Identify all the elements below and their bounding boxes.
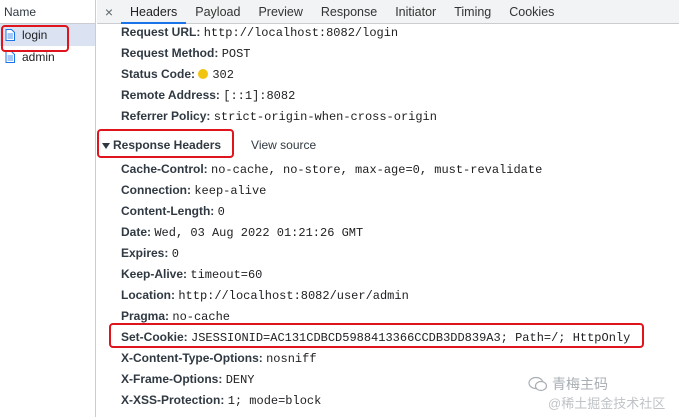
response-header-row: Expires: 0 xyxy=(121,243,179,264)
header-key: Status Code: xyxy=(121,67,196,81)
general-row: Request URL: http://localhost:8082/login xyxy=(121,22,398,43)
request-name: admin xyxy=(22,50,55,64)
general-row: Referrer Policy: strict-origin-when-cros… xyxy=(121,106,437,127)
detail-tabs: × Headers Payload Preview Response Initi… xyxy=(97,0,679,24)
header-value: 1; mode=block xyxy=(227,394,322,408)
tab-initiator[interactable]: Initiator xyxy=(386,0,445,23)
header-value: Wed, 03 Aug 2022 01:21:26 GMT xyxy=(154,226,364,240)
response-header-row: Connection: keep-alive xyxy=(121,180,266,201)
header-value: http://localhost:8082/login xyxy=(203,26,399,40)
name-column-header[interactable]: Name xyxy=(0,0,95,24)
response-header-row: X-Content-Type-Options: nosniff xyxy=(121,348,317,369)
response-header-row: X-Frame-Options: DENY xyxy=(121,369,255,390)
highlight-box-login xyxy=(1,25,69,52)
header-key: Remote Address: xyxy=(121,88,220,102)
request-list-panel: Name login admin xyxy=(0,0,96,417)
response-header-row: Location: http://localhost:8082/user/adm… xyxy=(121,285,409,306)
response-header-row: Cache-Control: no-cache, no-store, max-a… xyxy=(121,159,542,180)
tab-preview[interactable]: Preview xyxy=(249,0,311,23)
header-value: timeout=60 xyxy=(190,268,263,282)
document-icon xyxy=(5,51,15,63)
response-header-row: Keep-Alive: timeout=60 xyxy=(121,264,262,285)
response-header-row: Date: Wed, 03 Aug 2022 01:21:26 GMT xyxy=(121,222,363,243)
request-details-panel: × Headers Payload Preview Response Initi… xyxy=(97,0,679,417)
header-key: Content-Length: xyxy=(121,204,215,218)
header-key: Pragma: xyxy=(121,309,170,323)
header-value: http://localhost:8082/user/admin xyxy=(178,289,409,303)
header-value: DENY xyxy=(225,373,255,387)
header-value: 0 xyxy=(217,205,225,219)
header-value: 0 xyxy=(171,247,179,261)
header-key: Referrer Policy: xyxy=(121,109,211,123)
header-key: Request URL: xyxy=(121,25,201,39)
watermark-title: 青梅主码 xyxy=(552,376,608,392)
header-key: Location: xyxy=(121,288,175,302)
tab-payload[interactable]: Payload xyxy=(186,0,249,23)
general-row: Remote Address: [::1]:8082 xyxy=(121,85,295,106)
watermark: 青梅主码 xyxy=(528,374,608,394)
header-value: keep-alive xyxy=(194,184,267,198)
header-value: POST xyxy=(221,47,251,61)
tab-timing[interactable]: Timing xyxy=(445,0,500,23)
close-icon[interactable]: × xyxy=(97,0,121,23)
header-key: Date: xyxy=(121,225,152,239)
header-value: nosniff xyxy=(266,352,317,366)
header-value: no-cache xyxy=(172,310,230,324)
header-value: [::1]:8082 xyxy=(223,89,296,103)
watermark-subtitle: @稀土掘金技术社区 xyxy=(548,396,666,411)
tab-response[interactable]: Response xyxy=(312,0,386,23)
wechat-logo-icon xyxy=(528,376,548,392)
header-key: Request Method: xyxy=(121,46,219,60)
header-key: Expires: xyxy=(121,246,169,260)
tab-cookies[interactable]: Cookies xyxy=(500,0,563,23)
general-row: Status Code: 302 xyxy=(121,64,234,85)
tab-headers[interactable]: Headers xyxy=(121,0,187,24)
highlight-box-response-headers xyxy=(97,129,234,158)
header-key: X-Content-Type-Options: xyxy=(121,351,263,365)
status-dot-icon xyxy=(198,69,209,79)
response-header-row: X-XSS-Protection: 1; mode=block xyxy=(121,390,321,411)
header-key: X-Frame-Options: xyxy=(121,372,223,386)
response-header-row: Content-Length: 0 xyxy=(121,201,225,222)
header-key: Keep-Alive: xyxy=(121,267,188,281)
header-value: no-cache, no-store, max-age=0, must-reva… xyxy=(211,163,543,177)
header-key: Connection: xyxy=(121,183,191,197)
highlight-box-set-cookie xyxy=(109,323,644,348)
header-value: strict-origin-when-cross-origin xyxy=(213,110,437,124)
general-row: Request Method: POST xyxy=(121,43,251,64)
header-key: X-XSS-Protection: xyxy=(121,393,225,407)
view-source-link[interactable]: View source xyxy=(251,135,316,156)
header-key: Cache-Control: xyxy=(121,162,208,176)
header-value: 302 xyxy=(212,68,234,82)
